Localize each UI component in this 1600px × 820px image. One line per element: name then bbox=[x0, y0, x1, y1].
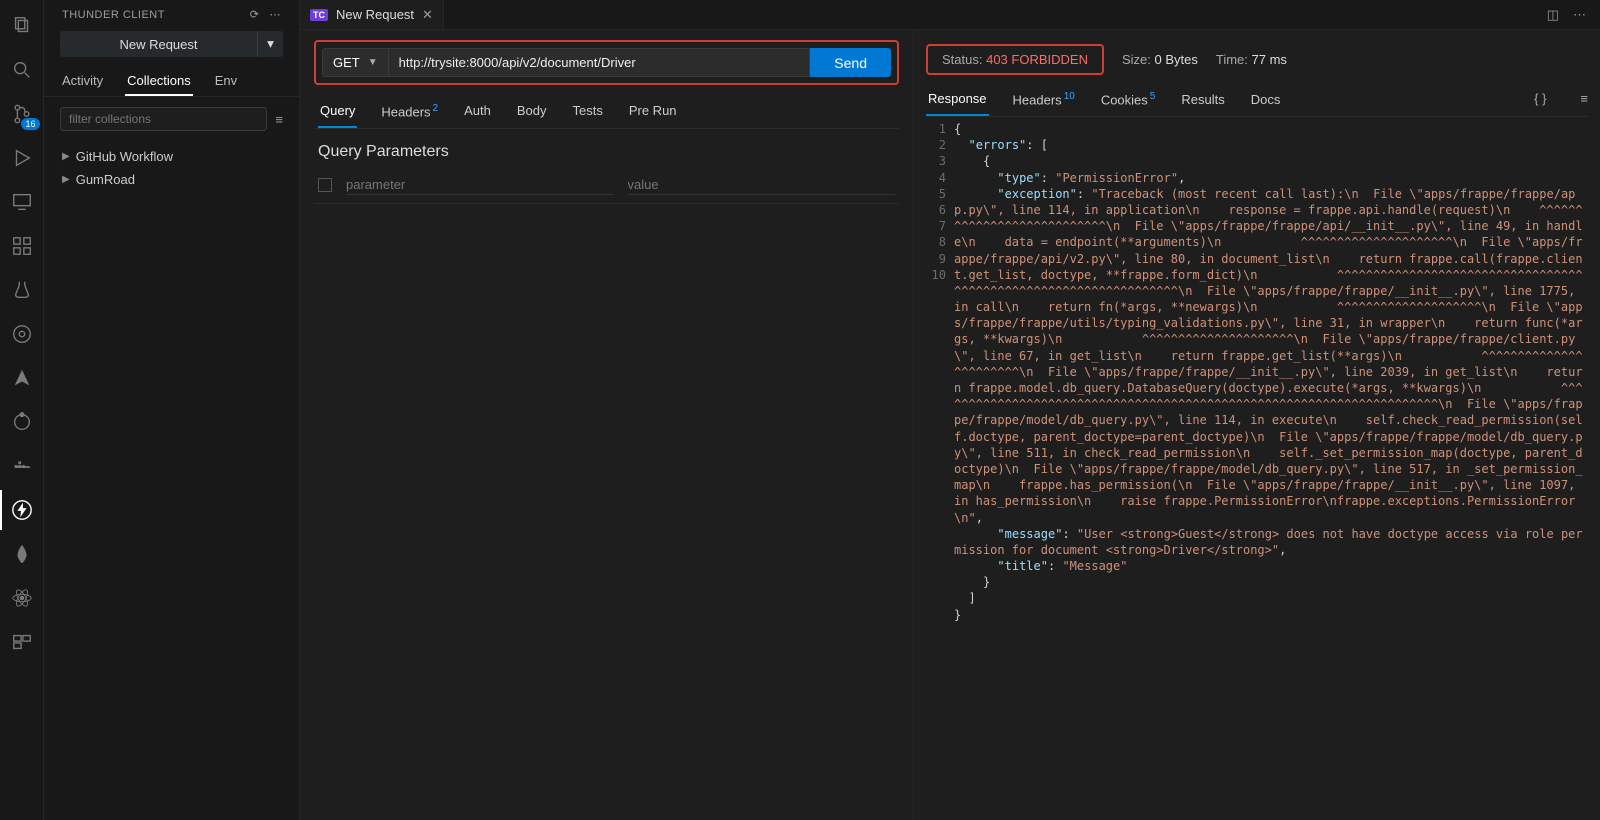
search-icon[interactable] bbox=[0, 50, 44, 90]
ai-icon[interactable] bbox=[0, 402, 44, 442]
tab-query[interactable]: Query bbox=[318, 99, 357, 128]
tab-auth[interactable]: Auth bbox=[462, 99, 493, 128]
request-tabs: Query Headers2 Auth Body Tests Pre Run bbox=[314, 85, 899, 129]
timeline-icon[interactable] bbox=[0, 314, 44, 354]
method-value: GET bbox=[333, 55, 360, 70]
chevron-right-icon: ▶ bbox=[62, 151, 70, 162]
run-debug-icon[interactable] bbox=[0, 138, 44, 178]
split-editor-icon[interactable]: ◫ bbox=[1547, 7, 1559, 23]
remote-explorer-icon[interactable] bbox=[0, 182, 44, 222]
status-label: Status: bbox=[942, 52, 982, 67]
explorer-icon[interactable] bbox=[0, 6, 44, 46]
docker-icon[interactable] bbox=[0, 446, 44, 486]
url-input[interactable] bbox=[389, 48, 811, 77]
close-tab-icon[interactable]: ✕ bbox=[422, 7, 433, 23]
param-value-input[interactable] bbox=[628, 175, 896, 195]
tab-env[interactable]: Env bbox=[213, 67, 239, 96]
mongodb-icon[interactable] bbox=[0, 534, 44, 574]
collection-item[interactable]: ▶ GumRoad bbox=[52, 168, 291, 191]
more-editor-icon[interactable]: ⋯ bbox=[1573, 7, 1586, 23]
format-json-icon[interactable]: { } bbox=[1534, 91, 1546, 112]
response-tabs: Response Headers10 Cookies5 Results Docs… bbox=[926, 87, 1588, 117]
tab-results[interactable]: Results bbox=[1179, 88, 1226, 115]
react-icon[interactable] bbox=[0, 578, 44, 618]
more-icon[interactable]: ⋯ bbox=[270, 8, 282, 21]
status-value: 403 FORBIDDEN bbox=[986, 52, 1088, 67]
sidebar: THUNDER CLIENT ⟳ ⋯ New Request ▾ Activit… bbox=[44, 0, 300, 820]
tab-response[interactable]: Response bbox=[926, 87, 989, 116]
activity-bar: 16 bbox=[0, 0, 44, 820]
thunder-client-icon[interactable] bbox=[0, 490, 44, 530]
sidebar-header: THUNDER CLIENT ⟳ ⋯ bbox=[44, 0, 299, 27]
response-status-row: Status: 403 FORBIDDEN Size: 0 Bytes Time… bbox=[926, 40, 1588, 87]
tab-headers[interactable]: Headers2 bbox=[379, 99, 440, 128]
list-icon[interactable]: ≡ bbox=[275, 112, 283, 127]
collection-item[interactable]: ▶ GitHub Workflow bbox=[52, 145, 291, 168]
editor-tab-bar: TC New Request ✕ ◫ ⋯ bbox=[300, 0, 1600, 30]
chevron-right-icon: ▶ bbox=[62, 174, 70, 185]
source-control-icon[interactable]: 16 bbox=[0, 94, 44, 134]
wrap-icon[interactable]: ≡ bbox=[1580, 91, 1588, 112]
tab-activity[interactable]: Activity bbox=[60, 67, 105, 96]
thunder-badge: TC bbox=[310, 9, 328, 21]
response-pane: Status: 403 FORBIDDEN Size: 0 Bytes Time… bbox=[914, 30, 1600, 820]
source-control-badge: 16 bbox=[21, 118, 39, 130]
time-stat: Time: 77 ms bbox=[1216, 52, 1287, 67]
collection-label: GitHub Workflow bbox=[76, 149, 173, 164]
tab-resp-headers[interactable]: Headers10 bbox=[1011, 87, 1077, 115]
query-parameters-title: Query Parameters bbox=[314, 129, 899, 171]
tab-tests[interactable]: Tests bbox=[571, 99, 605, 128]
request-url-bar: GET ▼ Send bbox=[314, 40, 899, 85]
param-checkbox[interactable] bbox=[318, 178, 332, 192]
send-button[interactable]: Send bbox=[810, 48, 891, 77]
status-box: Status: 403 FORBIDDEN bbox=[926, 44, 1104, 75]
collection-label: GumRoad bbox=[76, 172, 135, 187]
tab-docs[interactable]: Docs bbox=[1249, 88, 1283, 115]
sidebar-title: THUNDER CLIENT bbox=[62, 9, 165, 21]
editor-tab[interactable]: TC New Request ✕ bbox=[300, 0, 444, 29]
new-request-button[interactable]: New Request bbox=[60, 31, 257, 57]
extensions-icon[interactable] bbox=[0, 226, 44, 266]
sidebar-tabs: Activity Collections Env bbox=[44, 67, 299, 97]
projects-icon[interactable] bbox=[0, 622, 44, 662]
param-name-input[interactable] bbox=[346, 175, 614, 195]
query-param-row bbox=[314, 171, 899, 204]
editor-tab-title: New Request bbox=[336, 7, 414, 22]
new-request-dropdown[interactable]: ▾ bbox=[257, 31, 283, 57]
chevron-down-icon: ▼ bbox=[368, 57, 378, 68]
request-pane: GET ▼ Send Query Headers2 Auth Body Test… bbox=[300, 30, 914, 820]
testing-icon[interactable] bbox=[0, 270, 44, 310]
tab-collections[interactable]: Collections bbox=[125, 67, 193, 96]
tab-cookies[interactable]: Cookies5 bbox=[1099, 87, 1158, 115]
filter-collections-input[interactable] bbox=[60, 107, 267, 131]
method-select[interactable]: GET ▼ bbox=[322, 48, 389, 77]
navigation-icon[interactable] bbox=[0, 358, 44, 398]
tab-pre-run[interactable]: Pre Run bbox=[627, 99, 679, 128]
refresh-icon[interactable]: ⟳ bbox=[250, 8, 260, 21]
tab-body[interactable]: Body bbox=[515, 99, 549, 128]
response-body[interactable]: 1 2 3 4 5 6 7 8 9 10 { "errors": [ { "ty… bbox=[926, 117, 1588, 820]
size-stat: Size: 0 Bytes bbox=[1122, 52, 1198, 67]
